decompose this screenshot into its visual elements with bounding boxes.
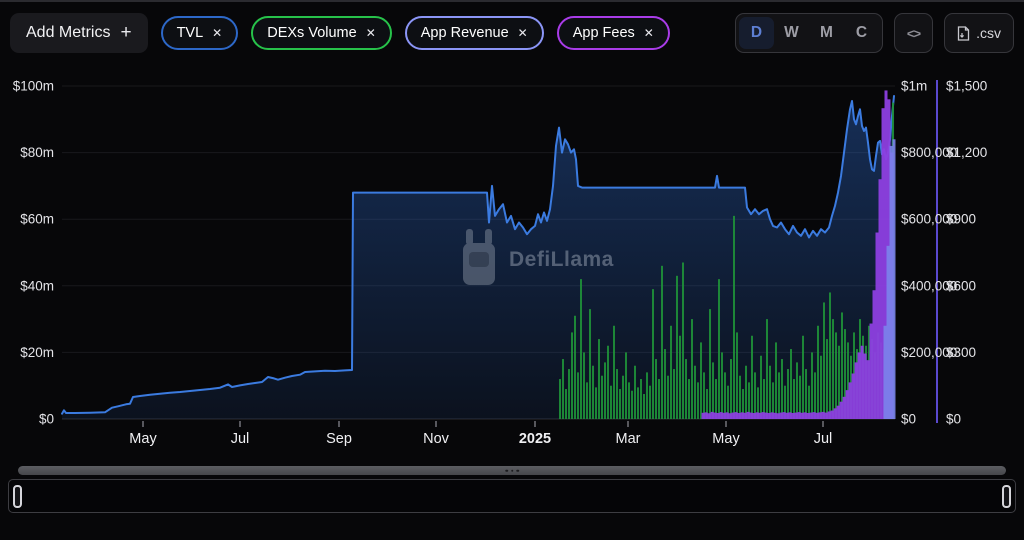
- close-icon[interactable]: ✕: [518, 26, 528, 40]
- embed-code-icon: <>: [907, 26, 920, 41]
- add-metrics-label: Add Metrics: [26, 24, 110, 42]
- timeline-brush[interactable]: [8, 479, 1016, 513]
- svg-text:May: May: [129, 431, 157, 447]
- svg-text:Jul: Jul: [231, 431, 250, 447]
- metric-pill-label: App Fees: [573, 25, 635, 41]
- metric-pill-app-fees[interactable]: App Fees ✕: [557, 16, 670, 50]
- csv-file-icon: [957, 26, 970, 41]
- metric-pill-dexs-volume[interactable]: DEXs Volume ✕: [251, 16, 392, 50]
- chart-scrollbar[interactable]: [18, 466, 1006, 475]
- metric-pill-label: App Revenue: [421, 25, 509, 41]
- interval-button-cumulative[interactable]: C: [844, 17, 879, 49]
- svg-text:$1m: $1m: [901, 79, 927, 94]
- svg-text:$300: $300: [946, 345, 976, 360]
- chart-canvas[interactable]: $0$20m$40m$60m$80m$100m$0$200,000$400,00…: [0, 0, 1024, 540]
- svg-text:$1,200: $1,200: [946, 145, 987, 160]
- svg-text:Nov: Nov: [423, 431, 450, 447]
- svg-text:2025: 2025: [519, 431, 551, 447]
- brush-handle-left[interactable]: [13, 485, 22, 508]
- add-metrics-button[interactable]: Add Metrics +: [10, 13, 148, 53]
- brush-handle-right[interactable]: [1002, 485, 1011, 508]
- interval-button-weekly[interactable]: W: [774, 17, 809, 49]
- interval-button-daily[interactable]: D: [739, 17, 774, 49]
- svg-text:$60m: $60m: [20, 212, 54, 227]
- csv-label: .csv: [976, 25, 1001, 41]
- svg-text:$40m: $40m: [20, 278, 54, 293]
- scrollbar-handle-dots[interactable]: [505, 469, 519, 472]
- svg-text:Sep: Sep: [326, 431, 352, 447]
- plus-icon: +: [120, 22, 131, 44]
- svg-text:$100m: $100m: [13, 79, 54, 94]
- svg-text:$20m: $20m: [20, 345, 54, 360]
- svg-text:Mar: Mar: [616, 431, 641, 447]
- svg-text:$1,500: $1,500: [946, 79, 987, 94]
- svg-text:$600: $600: [946, 278, 976, 293]
- interval-switcher: D W M C: [735, 13, 883, 53]
- download-csv-button[interactable]: .csv: [944, 13, 1014, 53]
- svg-text:May: May: [712, 431, 740, 447]
- svg-text:$80m: $80m: [20, 145, 54, 160]
- defillama-chart-page: $0$20m$40m$60m$80m$100m$0$200,000$400,00…: [0, 0, 1024, 540]
- svg-text:Jul: Jul: [814, 431, 833, 447]
- close-icon[interactable]: ✕: [644, 26, 654, 40]
- metric-pill-app-revenue[interactable]: App Revenue ✕: [405, 16, 544, 50]
- metric-pill-label: DEXs Volume: [267, 25, 356, 41]
- svg-text:$0: $0: [946, 412, 961, 427]
- metric-pill-tvl[interactable]: TVL ✕: [161, 16, 239, 50]
- metric-pill-label: TVL: [177, 25, 204, 41]
- toolbar-right-group: D W M C <> .csv: [735, 13, 1014, 53]
- close-icon[interactable]: ✕: [212, 26, 222, 40]
- svg-text:$0: $0: [39, 412, 54, 427]
- embed-button[interactable]: <>: [894, 13, 933, 53]
- svg-text:$0: $0: [901, 412, 916, 427]
- close-icon[interactable]: ✕: [366, 26, 376, 40]
- interval-button-monthly[interactable]: M: [809, 17, 844, 49]
- svg-text:DefiLlama: DefiLlama: [509, 248, 614, 271]
- toolbar: Add Metrics + TVL ✕ DEXs Volume ✕ App Re…: [0, 10, 1024, 56]
- svg-text:$900: $900: [946, 212, 976, 227]
